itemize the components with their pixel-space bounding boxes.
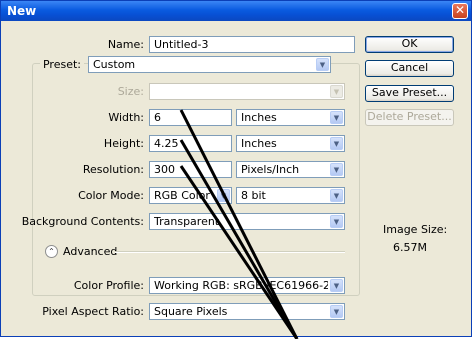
height-unit-select[interactable]: Inches ▼	[236, 135, 345, 152]
background-contents-value: Transparent	[154, 215, 220, 228]
chevron-down-icon: ▼	[330, 189, 343, 202]
bit-depth-value: 8 bit	[241, 189, 266, 202]
chevron-down-icon: ▼	[316, 58, 329, 71]
image-size-value: 6.57M	[393, 241, 427, 254]
pixel-aspect-ratio-value: Square Pixels	[154, 305, 228, 318]
chevron-down-icon: ▼	[330, 85, 343, 98]
width-input[interactable]: 6	[149, 109, 232, 126]
advanced-toggle-icon[interactable]: ⌃	[45, 245, 58, 258]
size-label: Size:	[117, 85, 144, 98]
image-size-label: Image Size:	[383, 223, 448, 236]
chevron-down-icon: ▼	[330, 279, 343, 292]
dialog-title: New	[7, 4, 37, 18]
resolution-unit-value: Pixels/Inch	[241, 163, 300, 176]
chevron-down-icon: ▼	[330, 305, 343, 318]
bit-depth-select[interactable]: 8 bit ▼	[236, 187, 345, 204]
height-label: Height:	[103, 137, 144, 150]
cancel-button[interactable]: Cancel	[365, 60, 454, 77]
width-unit-value: Inches	[241, 111, 277, 124]
name-input[interactable]: Untitled-3	[149, 36, 355, 53]
resolution-unit-select[interactable]: Pixels/Inch ▼	[236, 161, 345, 178]
size-select: ▼	[149, 83, 345, 100]
preset-label: Preset:	[39, 58, 84, 71]
width-label: Width:	[108, 111, 144, 124]
resolution-label: Resolution:	[82, 163, 144, 176]
title-bar[interactable]: New ✕	[1, 1, 471, 21]
chevron-down-icon: ▼	[330, 163, 343, 176]
close-button[interactable]: ✕	[452, 3, 468, 19]
preset-select[interactable]: Custom ▼	[88, 56, 331, 73]
close-icon: ✕	[454, 3, 466, 17]
resolution-input[interactable]: 300	[149, 161, 232, 178]
pixel-aspect-ratio-label: Pixel Aspect Ratio:	[42, 305, 144, 318]
chevron-down-icon: ▼	[330, 111, 343, 124]
chevron-down-icon: ▼	[217, 189, 230, 202]
width-unit-select[interactable]: Inches ▼	[236, 109, 345, 126]
color-profile-value: Working RGB: sRGB IEC61966-2.1	[154, 279, 328, 292]
color-mode-label: Color Mode:	[78, 189, 144, 202]
background-contents-select[interactable]: Transparent ▼	[149, 213, 345, 230]
color-profile-select[interactable]: Working RGB: sRGB IEC61966-2.1 ▼	[149, 277, 345, 294]
color-profile-label: Color Profile:	[73, 279, 144, 292]
color-mode-select[interactable]: RGB Color ▼	[149, 187, 232, 204]
preset-value: Custom	[93, 58, 136, 71]
advanced-divider	[115, 251, 345, 253]
save-preset-button[interactable]: Save Preset...	[365, 85, 454, 102]
height-unit-value: Inches	[241, 137, 277, 150]
pixel-aspect-ratio-select[interactable]: Square Pixels ▼	[149, 303, 345, 320]
background-contents-label: Background Contents:	[21, 215, 144, 228]
delete-preset-button: Delete Preset...	[365, 109, 454, 126]
height-input[interactable]: 4.25	[149, 135, 232, 152]
ok-button[interactable]: OK	[365, 36, 454, 53]
chevron-down-icon: ▼	[330, 137, 343, 150]
color-mode-value: RGB Color	[154, 189, 210, 202]
new-document-dialog: New ✕ Name: Untitled-3 Preset: Custom ▼ …	[0, 0, 472, 337]
advanced-label[interactable]: Advanced	[63, 245, 117, 258]
name-label: Name:	[107, 38, 144, 51]
chevron-down-icon: ▼	[330, 215, 343, 228]
